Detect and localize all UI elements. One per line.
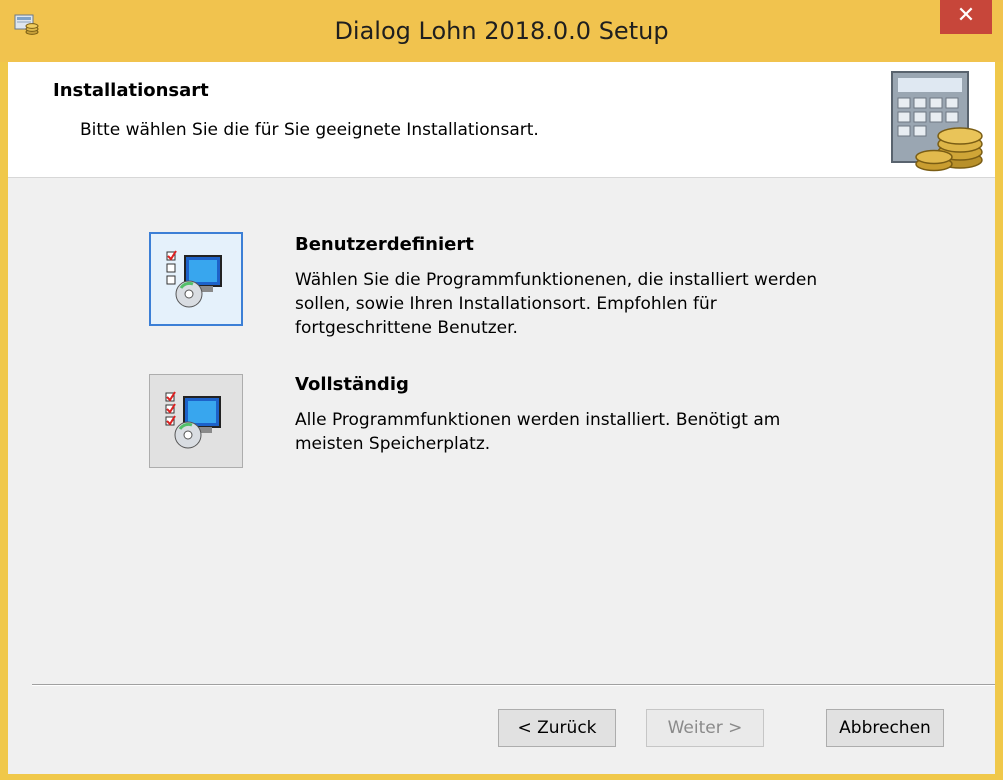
- calculator-coins-icon: [891, 71, 983, 172]
- close-icon: ✕: [956, 3, 976, 28]
- back-button[interactable]: < Zurück: [498, 709, 616, 747]
- option-title-custom: Benutzerdefiniert: [295, 234, 474, 255]
- custom-install-button[interactable]: [149, 232, 243, 326]
- description-line: Alle Programmfunktionen werden installie…: [295, 410, 781, 430]
- description-line: sollen, sowie Ihren Installationsort. Em…: [295, 294, 717, 314]
- page-title: Installationsart: [53, 80, 209, 101]
- footer-divider: [32, 684, 995, 686]
- header-banner: Installationsart Bitte wählen Sie die fü…: [8, 62, 995, 178]
- complete-install-icon: [165, 391, 221, 449]
- custom-install-icon: [166, 250, 222, 308]
- description-line: Wählen Sie die Programmfunktionenen, die…: [295, 270, 818, 290]
- page-subtitle: Bitte wählen Sie die für Sie geeignete I…: [80, 120, 539, 140]
- option-description-complete: Alle Programmfunktionen werden installie…: [295, 408, 895, 456]
- complete-install-button[interactable]: [149, 374, 243, 468]
- setup-window: Dialog Lohn 2018.0.0 Setup ✕ Installatio…: [0, 0, 1003, 780]
- option-description-custom: Wählen Sie die Programmfunktionenen, die…: [295, 268, 895, 340]
- description-line: fortgeschrittene Benutzer.: [295, 318, 518, 338]
- dialog-body: Installationsart Bitte wählen Sie die fü…: [8, 62, 995, 774]
- cancel-button[interactable]: Abbrechen: [826, 709, 944, 747]
- option-title-complete: Vollständig: [295, 374, 409, 395]
- window-title: Dialog Lohn 2018.0.0 Setup: [334, 17, 669, 45]
- description-line: meisten Speicherplatz.: [295, 434, 491, 454]
- close-button[interactable]: ✕: [940, 0, 992, 34]
- title-bar[interactable]: Dialog Lohn 2018.0.0 Setup ✕: [0, 0, 1003, 62]
- next-button[interactable]: Weiter >: [646, 709, 764, 747]
